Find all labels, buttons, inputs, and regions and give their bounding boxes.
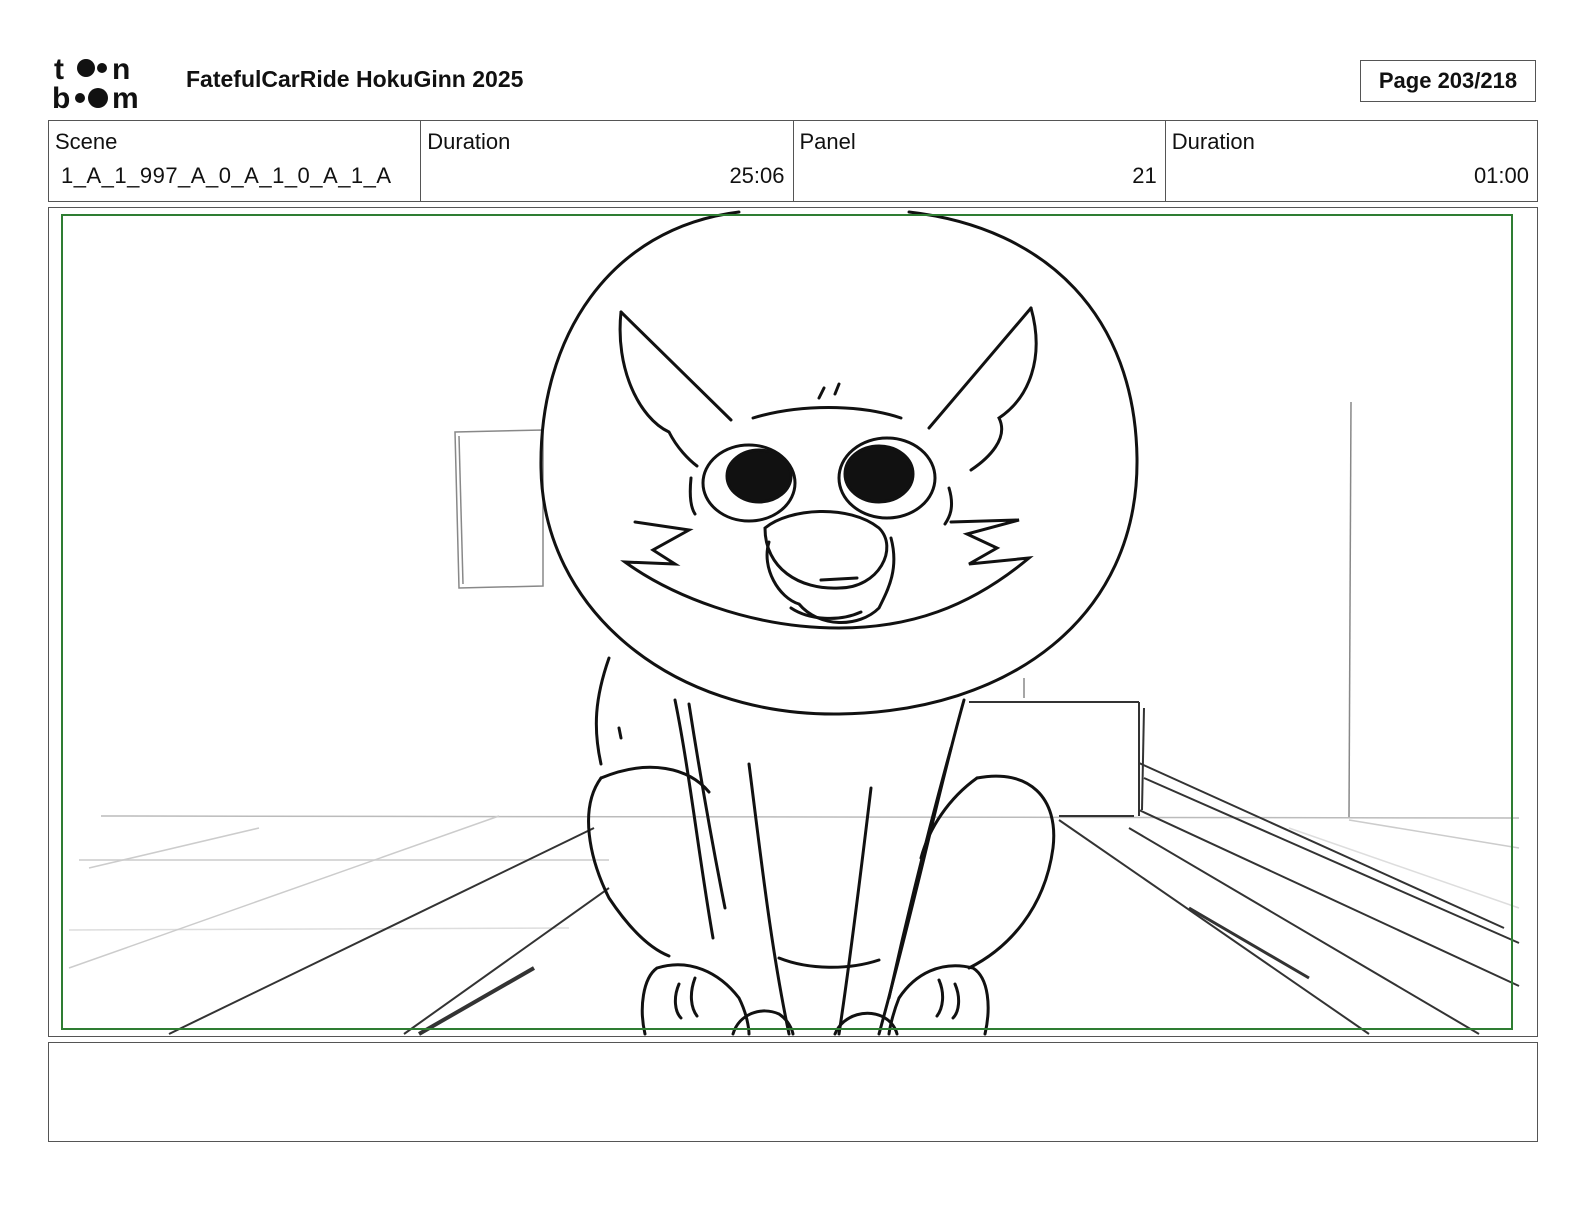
panel-notes-box [48,1042,1538,1142]
scene-duration-cell: Duration 25:06 [421,121,794,201]
page-indicator: Page 203/218 [1360,60,1536,102]
svg-text:m: m [112,82,139,112]
panel-value: 21 [1132,163,1157,188]
page-indicator-text: Page 203/218 [1378,68,1518,93]
panel-duration-value: 01:00 [1473,163,1529,188]
scene-duration-value: 25:06 [729,163,785,188]
svg-text:b: b [52,82,70,112]
toon-boom-logo: t n b m [52,52,164,115]
scene-cell: Scene 1_A_1_997_A_0_A_1_0_A_1_A [49,121,422,201]
storyboard-panel [48,207,1538,1037]
panel-cell: Panel 21 [794,121,1166,201]
document-title: FatefulCarRide HokuGinn 2025 [186,66,524,92]
panel-label: Panel [799,129,856,154]
scene-value: 1_A_1_997_A_0_A_1_0_A_1_A [61,163,392,188]
scene-label: Scene [55,129,118,154]
scene-duration-label: Duration [427,129,511,154]
safe-area-frame [61,214,1513,1030]
panel-duration-label: Duration [1171,129,1255,154]
scene-info-table: Scene 1_A_1_997_A_0_A_1_0_A_1_A Duration… [48,120,1538,202]
panel-duration-cell: Duration 01:00 [1166,121,1537,201]
